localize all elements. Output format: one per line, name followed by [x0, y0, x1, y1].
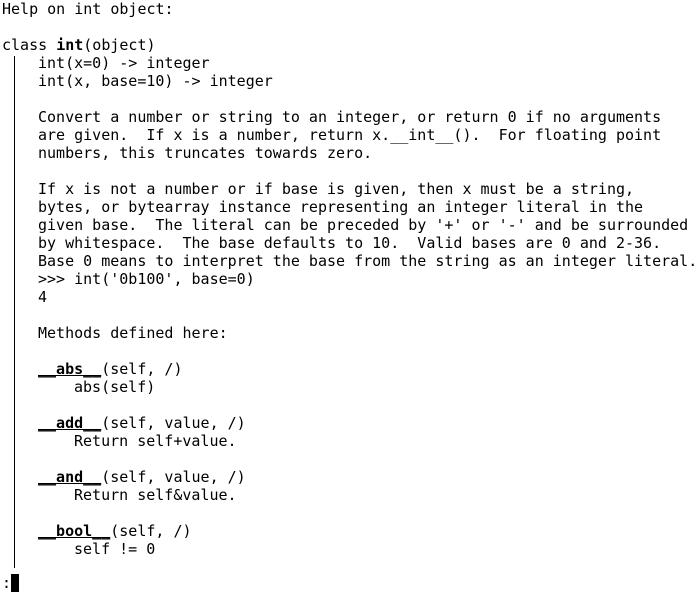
pager-prompt[interactable]: :: [2, 574, 20, 592]
doc-line: If x is not a number or if base is given…: [38, 180, 635, 198]
method-signature: __abs__(self, /): [38, 360, 183, 378]
doc-line: Convert a number or string to an integer…: [38, 108, 662, 126]
method-signature: __add__(self, value, /): [38, 414, 246, 432]
methods-heading: Methods defined here:: [38, 324, 228, 342]
class-name: int: [56, 36, 84, 54]
method-doc: Return self&value.: [74, 486, 237, 504]
signature-line: int(x, base=10) -> integer: [38, 72, 273, 90]
doc-line: by whitespace. The base defaults to 10. …: [38, 234, 662, 252]
example-output: 4: [38, 288, 48, 306]
method-doc: Return self+value.: [74, 432, 237, 450]
doc-line: are given. If x is a number, return x.__…: [38, 126, 662, 144]
method-name: __bool__: [38, 522, 111, 540]
method-args: (self, value, /): [101, 468, 246, 486]
method-args: (self, value, /): [101, 414, 246, 432]
method-args: (self, /): [101, 360, 183, 378]
help-header: Help on int object:: [2, 0, 174, 18]
pager-prompt-colon: :: [2, 574, 12, 592]
doc-line: Base 0 means to interpret the base from …: [38, 252, 696, 270]
doc-line: numbers, this truncates towards zero.: [38, 144, 373, 162]
class-declaration: class int(object): [2, 36, 156, 54]
text-cursor: [11, 574, 20, 592]
method-doc: abs(self): [74, 378, 156, 396]
doc-line: given base. The literal can be preceded …: [38, 216, 689, 234]
method-name: __abs__: [38, 360, 102, 378]
method-signature: __bool__(self, /): [38, 522, 192, 540]
method-name: __add__: [38, 414, 102, 432]
doc-line: bytes, or bytearray instance representin…: [38, 198, 644, 216]
method-name: __and__: [38, 468, 102, 486]
method-args: (self, /): [110, 522, 192, 540]
class-base: (object): [83, 36, 156, 54]
example-input: >>> int('0b100', base=0): [38, 270, 255, 288]
class-keyword: class: [2, 36, 57, 54]
signature-line: int(x=0) -> integer: [38, 54, 210, 72]
terminal-pager: Help on int object: class int(object) in…: [0, 0, 696, 598]
method-signature: __and__(self, value, /): [38, 468, 246, 486]
method-doc: self != 0: [74, 540, 156, 558]
indent-gutter-line: [14, 56, 15, 568]
